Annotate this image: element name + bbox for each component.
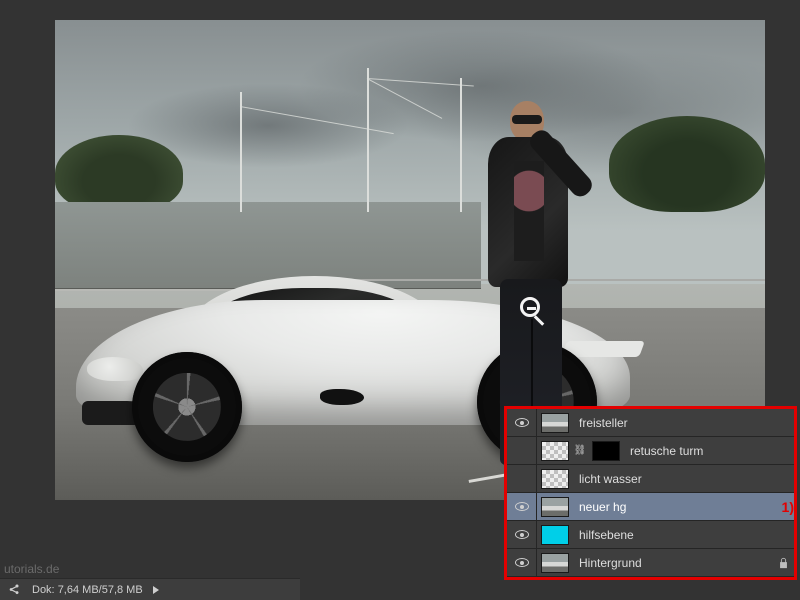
tent-pole	[460, 78, 462, 212]
layer-thumbnail[interactable]	[541, 441, 569, 461]
person-shirt	[514, 161, 544, 261]
layer-visibility-toggle[interactable]	[507, 549, 537, 576]
layer-row[interactable]: hilfsebene	[507, 521, 794, 549]
layer-name-label[interactable]: retusche turm	[626, 444, 794, 458]
layer-row[interactable]: Hintergrund	[507, 549, 794, 577]
flyout-triangle-icon[interactable]	[153, 586, 159, 594]
trees-right	[609, 116, 765, 212]
zoom-out-cursor-icon	[520, 297, 540, 317]
layer-row[interactable]: licht wasser	[507, 465, 794, 493]
eye-icon	[515, 418, 529, 427]
layer-visibility-toggle[interactable]	[507, 465, 537, 492]
car-headlight	[87, 357, 142, 381]
layer-thumbnail[interactable]	[541, 525, 569, 545]
layer-name-label[interactable]: neuer hg	[575, 500, 772, 514]
car-side-vent	[320, 389, 364, 405]
layer-visibility-toggle[interactable]	[507, 437, 537, 464]
mask-link-icon[interactable]: ⛓	[575, 441, 585, 461]
share-icon[interactable]	[6, 582, 22, 598]
eye-icon	[515, 530, 529, 539]
sunglasses-icon	[512, 115, 542, 124]
layer-name-label[interactable]: licht wasser	[575, 472, 794, 486]
eye-icon	[515, 502, 529, 511]
layer-thumbnail[interactable]	[541, 469, 569, 489]
status-bar: Dok: 7,64 MB/57,8 MB	[0, 578, 300, 600]
layer-row[interactable]: ⛓ retusche turm	[507, 437, 794, 465]
tent-pole	[240, 92, 242, 212]
trees-left	[55, 135, 183, 212]
layer-visibility-toggle[interactable]	[507, 521, 537, 548]
lock-icon	[772, 557, 794, 569]
doc-size-label: Dok: 7,64 MB/57,8 MB	[32, 584, 143, 596]
layer-name-label[interactable]: Hintergrund	[575, 556, 772, 570]
tent-pole	[367, 68, 369, 212]
layer-name-label[interactable]: freisteller	[575, 416, 794, 430]
watermark-label: utorials.de	[0, 560, 63, 578]
layer-mask-thumbnail[interactable]	[592, 441, 620, 461]
layer-row[interactable]: neuer hg 1)	[507, 493, 794, 521]
layer-thumbnail[interactable]	[541, 497, 569, 517]
layer-row[interactable]: freisteller	[507, 409, 794, 437]
layer-thumbnail[interactable]	[541, 413, 569, 433]
layer-name-label[interactable]: hilfsebene	[575, 528, 794, 542]
car-wheel-front	[132, 352, 242, 462]
layer-visibility-toggle[interactable]	[507, 409, 537, 436]
eye-icon	[515, 558, 529, 567]
tutorial-annotation: 1)	[782, 499, 794, 515]
layer-visibility-toggle[interactable]	[507, 493, 537, 520]
layer-thumbnail[interactable]	[541, 553, 569, 573]
layers-panel[interactable]: freisteller ⛓ retusche turm licht wasser neu…	[504, 406, 797, 580]
